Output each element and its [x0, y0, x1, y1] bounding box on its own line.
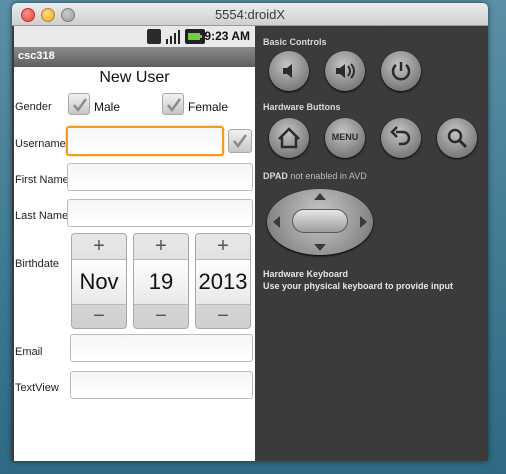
app-title: csc318	[18, 50, 55, 62]
battery-icon	[185, 29, 205, 44]
email-input[interactable]	[70, 334, 253, 362]
year-value[interactable]: 2013	[196, 259, 250, 305]
last-name-input[interactable]	[67, 199, 253, 227]
dpad-control[interactable]	[267, 189, 373, 255]
month-picker[interactable]: + Nov −	[71, 233, 127, 329]
textview-field[interactable]	[70, 371, 253, 399]
first-name-input[interactable]	[67, 163, 253, 191]
back-button[interactable]	[381, 118, 421, 158]
first-name-label: First Name	[15, 174, 69, 186]
controls-panel: Basic Controls Hardware Buttons MENU DPA…	[255, 26, 488, 461]
year-picker[interactable]: + 2013 −	[195, 233, 251, 329]
email-label: Email	[15, 346, 43, 358]
day-decrement-button[interactable]: −	[134, 304, 188, 328]
volume-up-icon	[336, 63, 355, 79]
month-increment-button[interactable]: +	[72, 234, 126, 258]
day-value[interactable]: 19	[134, 259, 188, 305]
window-title: 5554:droidX	[214, 7, 286, 22]
hardware-buttons-title: Hardware Buttons	[263, 102, 341, 112]
year-increment-button[interactable]: +	[196, 234, 250, 258]
male-checkbox[interactable]	[68, 93, 90, 115]
username-check-button[interactable]	[228, 129, 252, 153]
checkmark-icon	[233, 134, 248, 149]
title-bar: 5554:droidX	[12, 3, 488, 26]
power-icon	[391, 62, 411, 81]
month-value[interactable]: Nov	[72, 259, 126, 305]
dpad-title: DPAD not enabled in AVD	[263, 171, 367, 181]
checkmark-icon	[73, 98, 88, 113]
basic-controls-title: Basic Controls	[263, 37, 327, 47]
search-icon	[447, 128, 468, 149]
menu-label: MENU	[331, 132, 359, 142]
checkmark-icon	[167, 98, 182, 113]
search-button[interactable]	[437, 118, 477, 158]
hardware-keyboard-desc: Use your physical keyboard to provide in…	[263, 281, 454, 291]
hardware-keyboard-title: Hardware Keyboard	[263, 269, 349, 279]
back-icon	[390, 126, 411, 146]
username-input[interactable]	[66, 126, 224, 156]
home-icon	[278, 127, 300, 149]
female-checkbox[interactable]	[162, 93, 184, 115]
day-picker[interactable]: + 19 −	[133, 233, 189, 329]
day-increment-button[interactable]: +	[134, 234, 188, 258]
female-label: Female	[188, 100, 229, 114]
signal-icon	[165, 29, 181, 44]
last-name-label: Last Name	[15, 210, 69, 222]
username-label: Username	[15, 138, 66, 150]
volume-down-icon	[283, 64, 292, 78]
dpad-status: not enabled in AVD	[290, 171, 367, 181]
app-title-bar: csc318	[14, 47, 255, 67]
power-button[interactable]	[381, 51, 421, 91]
textview-label: TextView	[15, 382, 59, 394]
status-time: 9:23 AM	[204, 29, 250, 43]
year-decrement-button[interactable]: −	[196, 304, 250, 328]
birthdate-label: Birthdate	[15, 258, 60, 270]
month-decrement-button[interactable]: −	[72, 304, 126, 328]
phone-screen: 9:23 AM csc318 New User Gender Male Fema…	[14, 26, 255, 461]
3g-icon	[147, 29, 161, 44]
gender-label: Gender	[15, 101, 52, 113]
volume-up-button[interactable]	[325, 51, 365, 91]
dpad-label: DPAD	[263, 171, 288, 181]
volume-down-button[interactable]	[269, 51, 309, 91]
status-bar: 9:23 AM	[14, 26, 255, 47]
form-title: New User	[99, 69, 170, 86]
male-label: Male	[94, 100, 121, 114]
emulator-window: 5554:droidX 9:23 AM csc318 New User Gend…	[12, 3, 488, 461]
home-button[interactable]	[269, 118, 309, 158]
menu-button[interactable]: MENU	[325, 118, 365, 158]
dpad-center-button[interactable]	[292, 209, 348, 233]
